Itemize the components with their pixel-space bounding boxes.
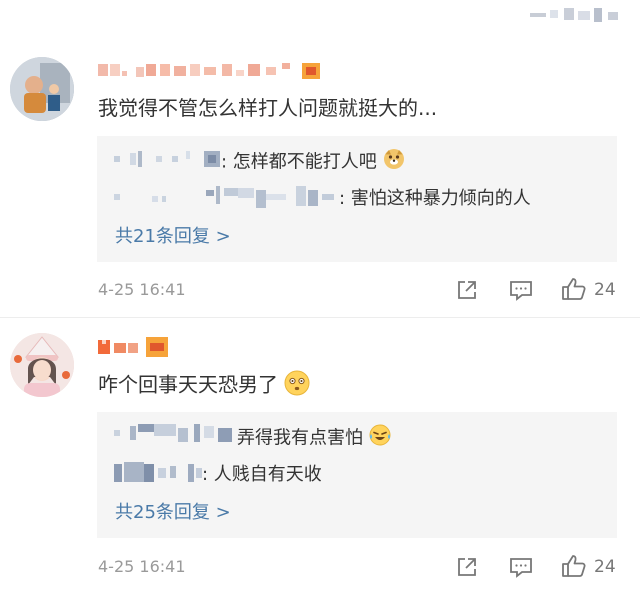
reply-text: : 人贱自有天收: [202, 464, 322, 485]
username-blurred[interactable]: [98, 61, 324, 79]
like-icon[interactable]: [561, 277, 587, 305]
more-replies-link[interactable]: 共25条回复 >: [115, 501, 231, 525]
username-blurred[interactable]: [98, 337, 170, 359]
more-replies-link[interactable]: 共21条回复 >: [115, 225, 231, 249]
share-icon[interactable]: [456, 279, 478, 305]
comment-time: 4-25 16:41: [98, 557, 186, 576]
reply-box[interactable]: 弄得我有点害怕 : 人贱自有天收 共25条回复 >: [97, 412, 617, 538]
like-count: 24: [594, 557, 616, 577]
laugh-cry-emoji-icon: [369, 424, 391, 453]
like-count: 24: [594, 280, 616, 300]
comment-divider: [0, 317, 640, 318]
comment-icon[interactable]: [509, 556, 533, 582]
reply-username-blurred[interactable]: [114, 462, 204, 484]
reply-text: : 怎样都不能打人吧: [221, 148, 405, 177]
comment-time: 4-25 16:41: [98, 280, 186, 299]
awkward-emoji-icon: [284, 370, 310, 402]
avatar[interactable]: [10, 333, 74, 397]
reply-box[interactable]: : 怎样都不能打人吧 : 害怕这种暴力倾向的人 共21条回复 >: [97, 136, 617, 262]
avatar-photo: [10, 57, 74, 121]
blurred-header: [530, 8, 620, 22]
comment-icon[interactable]: [509, 279, 533, 305]
reply-username-blurred[interactable]: [114, 186, 338, 208]
reply-text: 弄得我有点害怕: [237, 424, 391, 453]
like-icon[interactable]: [561, 554, 587, 582]
avatar-photo: [10, 333, 74, 397]
comment-text: 我觉得不管怎么样打人问题就挺大的...: [98, 96, 438, 120]
share-icon[interactable]: [456, 556, 478, 582]
doge-emoji-icon: [383, 148, 405, 177]
reply-username-blurred[interactable]: [114, 424, 234, 444]
comment-text: 咋个回事天天恐男了: [98, 370, 310, 402]
avatar[interactable]: [10, 57, 74, 121]
reply-username-blurred[interactable]: [114, 151, 220, 167]
reply-text: : 害怕这种暴力倾向的人: [339, 188, 531, 209]
